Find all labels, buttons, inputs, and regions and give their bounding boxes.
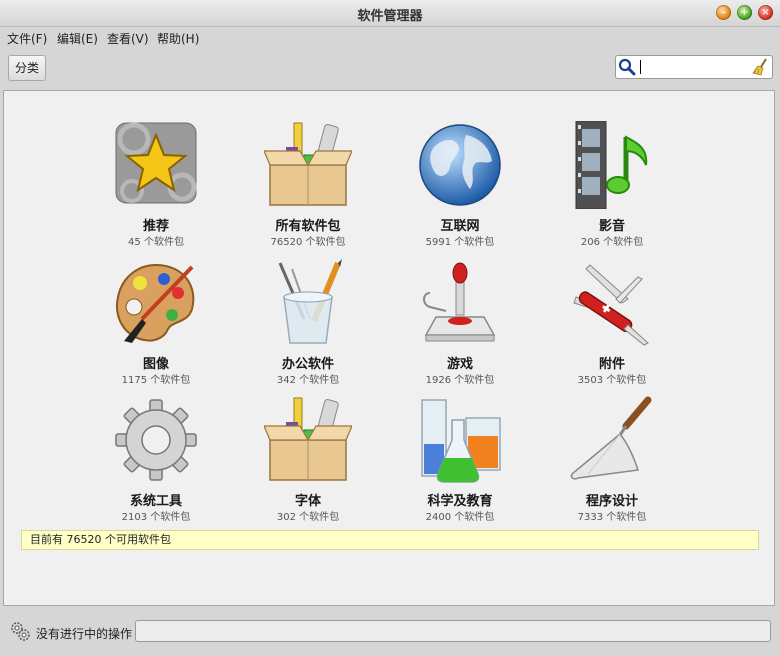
maximize-button[interactable]: +: [737, 5, 752, 20]
category-name: 图像: [142, 357, 169, 372]
category-sound-video[interactable]: 影音 206 个软件包: [532, 121, 692, 256]
category-name: 附件: [598, 357, 625, 372]
text-caret: [640, 60, 641, 74]
trowel-icon: [570, 396, 652, 480]
minimize-icon: –: [721, 7, 726, 18]
category-games[interactable]: 游戏 1926 个软件包: [380, 259, 540, 394]
maximize-icon: +: [740, 7, 749, 18]
gears-icon[interactable]: [9, 620, 31, 642]
category-programming[interactable]: 程序设计 7333 个软件包: [532, 396, 692, 531]
category-name: 推荐: [142, 219, 169, 234]
category-graphics[interactable]: 图像 1175 个软件包: [76, 259, 236, 394]
category-name: 互联网: [440, 219, 480, 234]
swiss-knife-icon: [573, 264, 649, 346]
category-count: 45 个软件包: [128, 237, 184, 248]
category-count: 2400 个软件包: [425, 512, 495, 523]
category-name: 办公软件: [281, 357, 334, 372]
close-icon: ×: [761, 7, 770, 18]
toolbar: 分类: [0, 48, 780, 88]
package-box-icon: [264, 397, 352, 481]
pencil-cup-icon: [278, 259, 342, 344]
category-fonts[interactable]: 字体 302 个软件包: [228, 396, 388, 531]
operations-progress-field: [135, 620, 771, 642]
category-count: 7333 个软件包: [577, 512, 647, 523]
category-count: 302 个软件包: [276, 512, 340, 523]
category-panel: 推荐 45 个软件包 所有软件包 76520 个软件包 互联网 5991 个软件…: [3, 90, 775, 606]
category-name: 游戏: [446, 357, 473, 372]
category-name: 所有软件包: [275, 219, 341, 234]
category-count: 3503 个软件包: [577, 375, 647, 386]
category-featured[interactable]: 推荐 45 个软件包: [76, 121, 236, 256]
globe-icon: [419, 124, 501, 206]
category-name: 字体: [294, 494, 321, 509]
category-office[interactable]: 办公软件 342 个软件包: [228, 259, 388, 394]
featured-star-icon: [115, 122, 197, 204]
title-bar: 软件管理器 – + ×: [0, 0, 780, 27]
category-all-packages[interactable]: 所有软件包 76520 个软件包: [228, 121, 388, 256]
paint-palette-icon: [116, 263, 195, 343]
category-count: 206 个软件包: [580, 237, 644, 248]
bottom-bar: 没有进行中的操作: [0, 612, 780, 656]
category-count: 2103 个软件包: [121, 512, 191, 523]
menu-bar: 文件(F) 编辑(E) 查看(V) 帮助(H): [0, 26, 780, 48]
categories-button[interactable]: 分类: [8, 55, 46, 81]
category-count: 76520 个软件包: [270, 237, 346, 248]
category-name: 科学及教育: [427, 494, 493, 509]
menu-view[interactable]: 查看(V): [107, 30, 149, 47]
category-name: 程序设计: [585, 494, 638, 509]
search-input[interactable]: [615, 55, 773, 79]
film-music-icon: [575, 121, 648, 209]
menu-help[interactable]: 帮助(H): [157, 30, 199, 47]
category-count: 5991 个软件包: [425, 237, 495, 248]
category-science-education[interactable]: 科学及教育 2400 个软件包: [380, 396, 540, 531]
operations-label: 没有进行中的操作: [36, 627, 133, 641]
search-icon: [618, 58, 636, 76]
lab-flasks-icon: [421, 399, 501, 483]
joystick-icon: [423, 262, 496, 342]
minimize-button[interactable]: –: [716, 5, 731, 20]
category-name: 系统工具: [129, 494, 182, 509]
gear-icon: [115, 399, 197, 481]
category-system-tools[interactable]: 系统工具 2103 个软件包: [76, 396, 236, 531]
window-title: 软件管理器: [357, 9, 423, 24]
category-count: 1175 个软件包: [121, 375, 191, 386]
package-box-icon: [264, 122, 352, 206]
category-internet[interactable]: 互联网 5991 个软件包: [380, 121, 540, 256]
menu-edit[interactable]: 编辑(E): [57, 30, 98, 47]
menu-file[interactable]: 文件(F): [7, 30, 47, 47]
status-message: 目前有 76520 个可用软件包: [21, 530, 759, 550]
category-name: 影音: [598, 219, 625, 234]
close-button[interactable]: ×: [758, 5, 773, 20]
category-count: 1926 个软件包: [425, 375, 495, 386]
category-accessories[interactable]: 附件 3503 个软件包: [532, 259, 692, 394]
category-count: 342 个软件包: [276, 375, 340, 386]
broom-icon[interactable]: [750, 57, 770, 77]
